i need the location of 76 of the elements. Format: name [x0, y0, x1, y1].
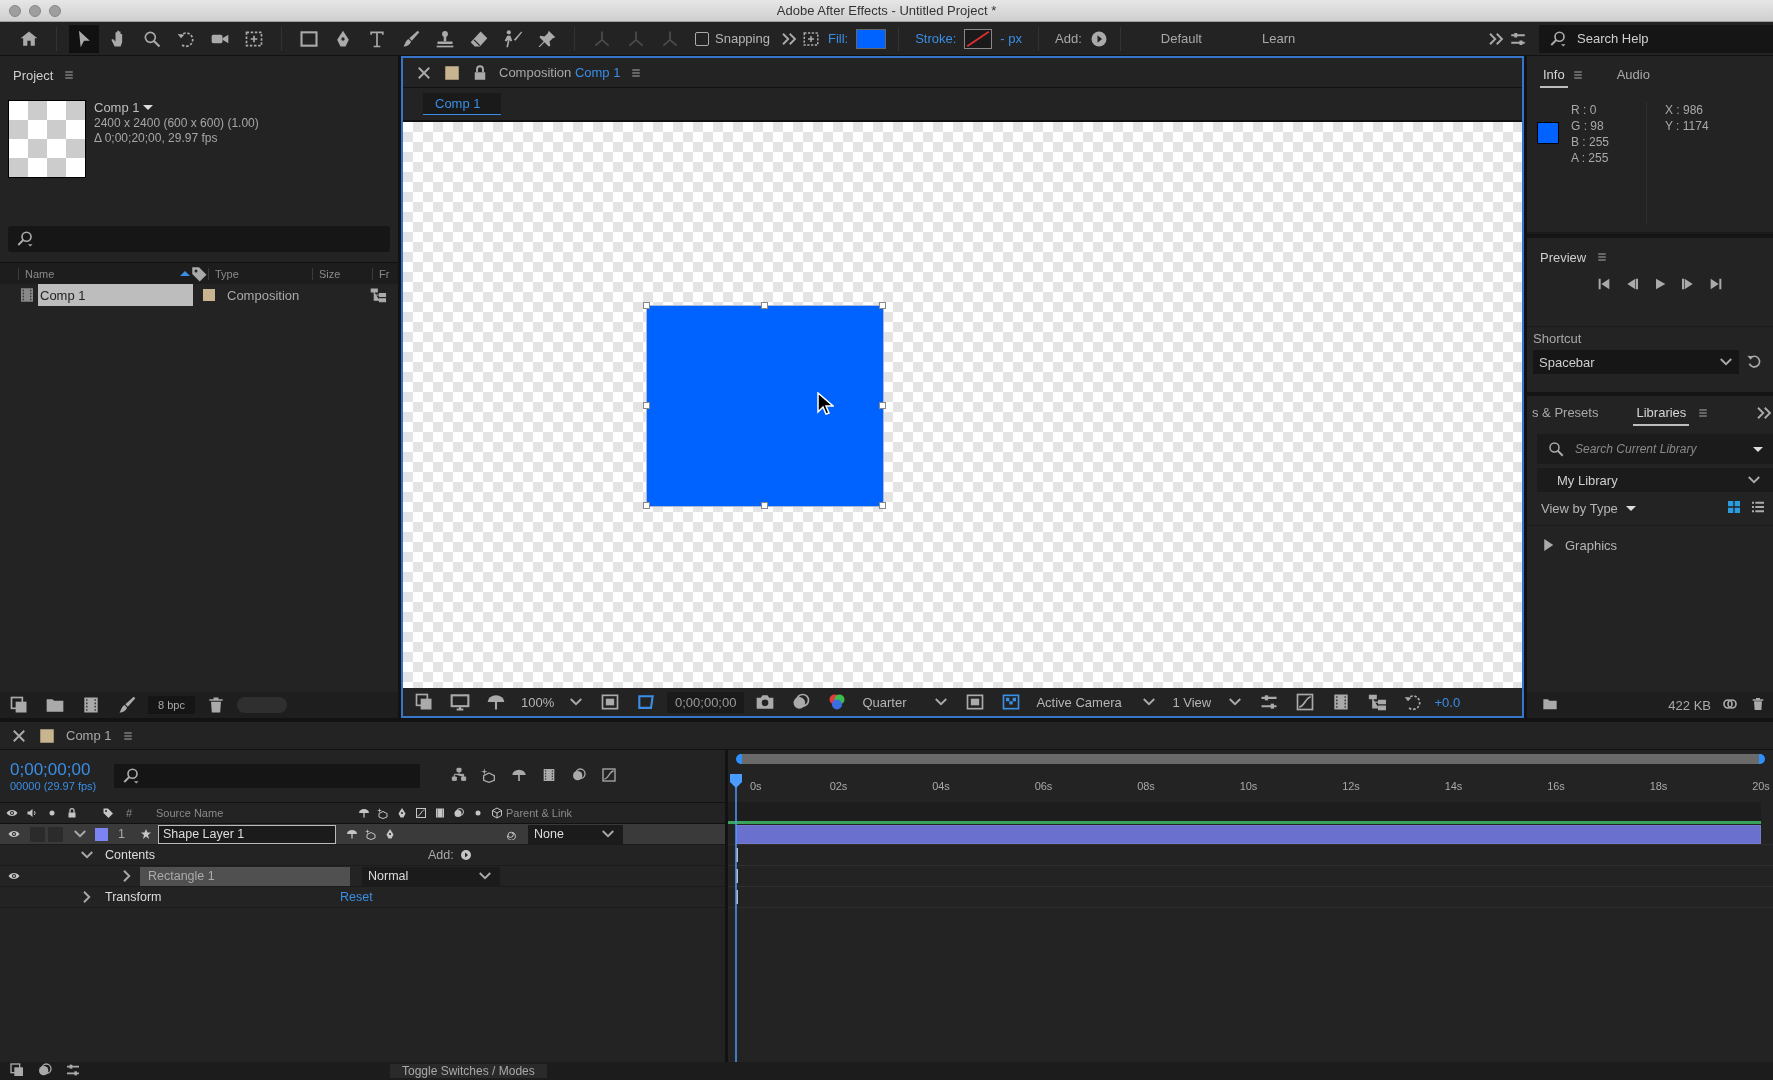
workspace-tab[interactable]: Learn	[1234, 31, 1324, 46]
item-name[interactable]: Comp 1	[38, 284, 193, 306]
library-size: 422 KB	[1668, 697, 1711, 713]
coordinate-value: X : 986	[1665, 102, 1705, 118]
ruler-label: 16s	[1547, 780, 1565, 792]
shortcut-dropdown[interactable]: Spacebar	[1533, 350, 1739, 374]
channel-value: R : 0	[1571, 102, 1598, 118]
column-header[interactable]: Name	[25, 267, 55, 280]
toggle-switches-button[interactable]: Toggle Switches / Modes	[390, 1064, 547, 1078]
ruler-label: 14s	[1444, 780, 1463, 792]
comp-size: 2400 x 2400 (600 x 600) (1.00)	[94, 116, 259, 130]
parent-dropdown[interactable]: None	[528, 824, 623, 844]
item-type: Composition	[227, 287, 301, 303]
column-header[interactable]: Parent & Link	[506, 807, 573, 819]
property-name: Rectangle 1	[140, 866, 350, 886]
channel-value: A : 255	[1571, 150, 1610, 166]
column-header[interactable]: #	[126, 807, 156, 819]
panel-tab[interactable]: Audio	[1613, 62, 1653, 88]
help-search-box[interactable]: Search Help	[1539, 24, 1773, 53]
column-header[interactable]: Source Name	[156, 807, 356, 819]
add-label: Add:	[1054, 31, 1083, 46]
layer-number: 1	[118, 827, 126, 841]
ruler-label: 08s	[1137, 780, 1155, 792]
panel-title[interactable]: Comp 1	[66, 728, 112, 743]
property-name: Contents	[104, 847, 157, 864]
help-search-field[interactable]: Search Help	[1575, 30, 1773, 47]
magnification-dropdown[interactable]: 100%	[517, 693, 589, 711]
add-label: Add:	[428, 848, 454, 862]
ruler-label: 12s	[1342, 780, 1360, 792]
current-time-field[interactable]: 0;00;00;00	[667, 691, 745, 713]
library-section[interactable]: Graphics	[1527, 526, 1773, 564]
frame-count: 00000 (29.97 fps)	[10, 778, 97, 793]
window-title: Adobe After Effects - Untitled Project *	[776, 3, 997, 18]
ruler-label: 18s	[1649, 780, 1668, 792]
ruler-label: 20s	[1752, 780, 1770, 792]
comp-link[interactable]: Comp 1	[574, 65, 621, 80]
layer-name-field[interactable]: Shape Layer 1	[158, 824, 336, 844]
panel-title[interactable]: Composition	[499, 65, 572, 80]
stroke-label: Stroke:	[914, 31, 958, 46]
ruler-label: 0s	[750, 780, 762, 792]
channel-value: G : 98	[1571, 118, 1605, 134]
library-dropdown[interactable]: My Library	[1537, 468, 1773, 492]
ruler-label: 04s	[932, 780, 950, 792]
color-depth-button[interactable]: 8 bpc	[148, 696, 195, 714]
panel-title[interactable]: Project	[13, 67, 54, 83]
fill-label: Fill:	[826, 31, 850, 46]
column-header[interactable]: Size	[319, 267, 341, 280]
column-header[interactable]: Fr	[379, 267, 390, 280]
view-by-dropdown[interactable]: View by Type	[1537, 501, 1640, 516]
shortcut-label: Shortcut	[1533, 331, 1583, 346]
workspace-tab[interactable]: Default	[1132, 31, 1230, 46]
reset-link[interactable]: Reset	[340, 890, 373, 904]
stroke-width-value[interactable]: - px	[996, 31, 1027, 46]
current-time-display[interactable]: 0;00;00;00	[10, 759, 97, 779]
panel-tab[interactable]: Info	[1540, 62, 1568, 88]
ruler-label: 10s	[1239, 780, 1258, 792]
ruler-label: 06s	[1034, 780, 1053, 792]
view-layout-dropdown[interactable]: 1 View	[1168, 693, 1249, 711]
panel-tab[interactable]: s & Presets	[1529, 400, 1602, 426]
channel-value: B : 255	[1571, 134, 1611, 150]
comp-duration: Δ 0;00;20;00, 29.97 fps	[94, 131, 219, 145]
panel-tab[interactable]: Libraries	[1633, 400, 1690, 426]
camera-view-dropdown[interactable]: Active Camera	[1032, 693, 1163, 711]
library-search-box[interactable]: Search Current Library	[1537, 434, 1773, 464]
library-search-field[interactable]: Search Current Library	[1573, 441, 1745, 457]
column-header[interactable]: Type	[215, 267, 239, 280]
coordinate-value: Y : 1174	[1665, 118, 1709, 134]
ruler-label: 02s	[829, 780, 848, 792]
blend-mode-dropdown[interactable]: Normal	[362, 866, 500, 886]
panel-title[interactable]: Preview	[1540, 249, 1587, 265]
resolution-dropdown[interactable]: Quarter	[858, 693, 955, 711]
exposure-value[interactable]: +0.0	[1434, 694, 1461, 710]
property-name: Transform	[104, 889, 163, 906]
snapping-checkbox[interactable]: Snapping	[689, 31, 776, 46]
comp-name: Comp 1	[94, 100, 140, 115]
comp-breadcrumb[interactable]: Comp 1	[423, 93, 501, 115]
